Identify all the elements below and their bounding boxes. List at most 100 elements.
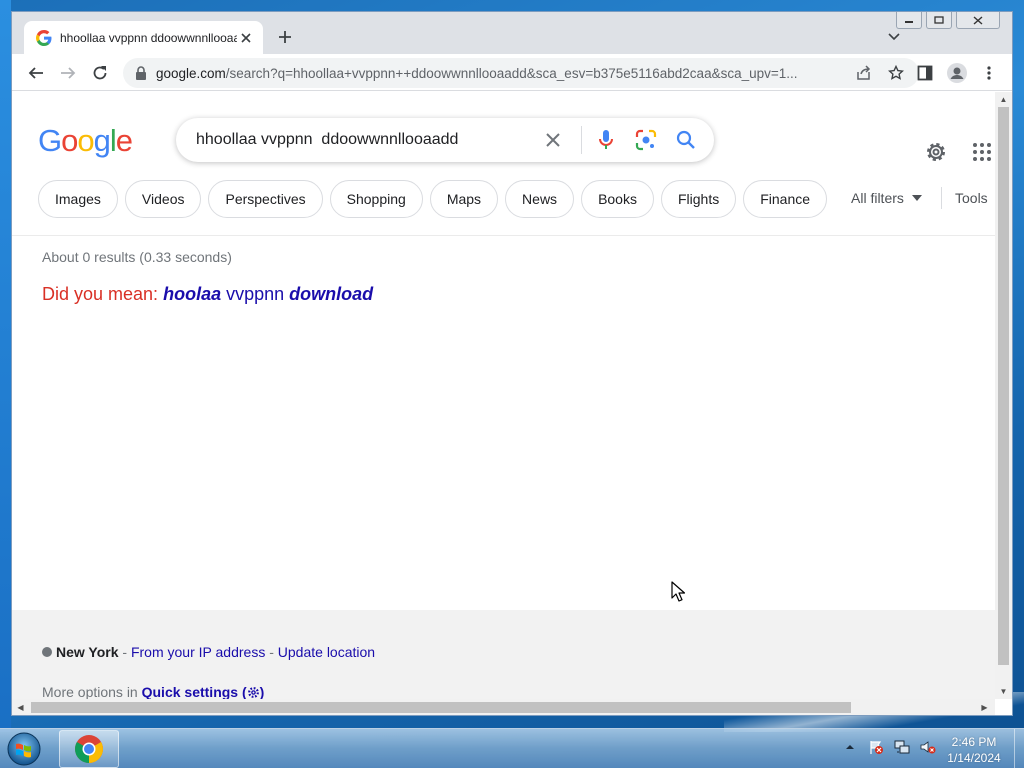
url-host: google.com bbox=[156, 65, 226, 81]
google-lens-icon bbox=[635, 129, 657, 151]
separator: - bbox=[118, 644, 131, 660]
new-tab-button[interactable] bbox=[274, 26, 296, 48]
vertical-scrollbar[interactable]: ▲ ▼ bbox=[995, 92, 1012, 699]
search-filter-chips: Images Videos Perspectives Shopping Maps… bbox=[38, 180, 828, 218]
filters-divider bbox=[941, 187, 942, 209]
location-dot-icon bbox=[42, 647, 52, 657]
did-you-mean-label: Did you mean: bbox=[42, 284, 159, 304]
clock-time: 2:46 PM bbox=[951, 735, 997, 749]
header-divider bbox=[12, 235, 995, 236]
scroll-up-arrow-icon[interactable]: ▲ bbox=[999, 95, 1008, 104]
reload-button[interactable] bbox=[89, 62, 111, 84]
tab-search-chevron-icon[interactable] bbox=[886, 28, 902, 44]
bookmark-star-icon[interactable] bbox=[888, 65, 904, 81]
scroll-down-arrow-icon[interactable]: ▼ bbox=[999, 687, 1008, 696]
tools-button[interactable]: Tools bbox=[955, 190, 988, 206]
tab-active[interactable]: hhoollaa vvppnn ddoowwnnllooaadd - Googl… bbox=[24, 21, 263, 54]
result-stats: About 0 results (0.33 seconds) bbox=[42, 249, 232, 265]
maximize-button[interactable] bbox=[926, 12, 952, 29]
maximize-icon bbox=[934, 16, 944, 24]
taskbar-chrome-button[interactable] bbox=[59, 730, 119, 768]
logo-letter: o bbox=[61, 123, 78, 158]
location-city: New York bbox=[56, 644, 119, 660]
vertical-scroll-thumb[interactable] bbox=[998, 107, 1009, 665]
share-icon[interactable] bbox=[856, 65, 872, 81]
scroll-right-arrow-icon[interactable]: ▶ bbox=[980, 703, 989, 712]
scroll-left-arrow-icon[interactable]: ◀ bbox=[16, 703, 25, 712]
tab-title: hhoollaa vvppnn ddoowwnnllooaadd - Googl… bbox=[60, 30, 237, 45]
minimize-button[interactable] bbox=[896, 12, 922, 29]
browser-menu-button[interactable] bbox=[978, 62, 1000, 84]
settings-gear-small-icon bbox=[247, 687, 259, 698]
chip-maps[interactable]: Maps bbox=[429, 180, 499, 218]
page-footer: New York - From your IP address - Update… bbox=[12, 610, 995, 699]
did-you-mean: Did you mean: hoolaa vvppnn download bbox=[42, 284, 373, 305]
chip-images[interactable]: Images bbox=[38, 180, 118, 218]
search-box[interactable]: hhoollaa vvppnn ddoowwnnllooaadd bbox=[176, 118, 714, 162]
browser-toolbar: google.com/search?q=hhoollaa+vvppnn++ddo… bbox=[12, 54, 1012, 91]
ip-address-link[interactable]: From your IP address bbox=[131, 644, 265, 660]
chip-finance[interactable]: Finance bbox=[743, 180, 828, 218]
search-button[interactable] bbox=[674, 128, 698, 152]
did-you-mean-suggestion-link[interactable]: hoolaa vvppnn download bbox=[163, 284, 373, 304]
search-input[interactable]: hhoollaa vvppnn ddoowwnnllooaadd bbox=[196, 131, 541, 149]
logo-letter: G bbox=[38, 123, 62, 158]
back-button[interactable] bbox=[25, 62, 47, 84]
quick-settings-paren: ) bbox=[259, 684, 265, 699]
volume-muted-icon[interactable] bbox=[920, 739, 936, 755]
plus-icon bbox=[279, 31, 291, 43]
show-hidden-icons-icon[interactable] bbox=[842, 739, 858, 755]
voice-search-button[interactable] bbox=[594, 128, 618, 152]
close-window-button[interactable] bbox=[956, 12, 1000, 29]
quick-settings-link[interactable]: Quick settings () bbox=[142, 684, 265, 699]
suggestion-word-corrected: download bbox=[289, 284, 374, 304]
forward-button[interactable] bbox=[57, 62, 79, 84]
address-bar[interactable]: google.com/search?q=hhoollaa+vvppnn++ddo… bbox=[123, 58, 919, 88]
network-icon[interactable] bbox=[894, 739, 910, 755]
kebab-menu-icon bbox=[987, 66, 991, 80]
chip-videos[interactable]: Videos bbox=[124, 180, 202, 218]
settings-gear-icon[interactable] bbox=[924, 140, 948, 164]
horizontal-scroll-thumb[interactable] bbox=[31, 702, 851, 713]
google-apps-icon[interactable] bbox=[972, 142, 992, 162]
start-button-icon[interactable] bbox=[4, 730, 44, 768]
all-filters-button[interactable]: All filters bbox=[851, 190, 922, 206]
lock-icon[interactable] bbox=[135, 66, 147, 80]
action-center-flag-icon[interactable] bbox=[868, 739, 884, 755]
chip-perspectives[interactable]: Perspectives bbox=[208, 180, 323, 218]
side-panel-button[interactable] bbox=[914, 62, 936, 84]
taskbar-clock[interactable]: 2:46 PM 1/14/2024 bbox=[944, 734, 1004, 766]
clear-search-button[interactable] bbox=[541, 128, 565, 152]
chip-shopping[interactable]: Shopping bbox=[329, 180, 423, 218]
back-arrow-icon bbox=[28, 67, 43, 79]
horizontal-scrollbar[interactable]: ◀ ▶ bbox=[12, 699, 995, 715]
microphone-icon bbox=[599, 130, 613, 149]
logo-letter: o bbox=[77, 123, 94, 158]
chrome-icon bbox=[75, 735, 103, 763]
suggestion-word-corrected: hoolaa bbox=[163, 284, 222, 304]
mouse-cursor-icon bbox=[671, 581, 685, 602]
tab-close-icon[interactable] bbox=[237, 29, 255, 47]
chip-news[interactable]: News bbox=[505, 180, 575, 218]
caret-down-icon bbox=[911, 195, 922, 201]
separator: - bbox=[265, 644, 278, 660]
logo-letter: g bbox=[93, 123, 111, 158]
more-options-line: More options in Quick settings () bbox=[42, 684, 264, 699]
quick-settings-label: Quick settings ( bbox=[141, 684, 247, 699]
system-tray bbox=[842, 739, 936, 755]
location-line: New York - From your IP address - Update… bbox=[42, 644, 375, 660]
google-favicon-icon bbox=[36, 29, 52, 46]
profile-button[interactable] bbox=[946, 62, 968, 84]
clock-date: 1/14/2024 bbox=[947, 751, 1001, 765]
chip-books[interactable]: Books bbox=[581, 180, 654, 218]
clear-x-icon bbox=[546, 133, 560, 147]
close-icon bbox=[973, 15, 983, 25]
google-logo[interactable]: Google bbox=[38, 123, 133, 159]
title-bar: hhoollaa vvppnn ddoowwnnllooaadd - Googl… bbox=[12, 12, 1012, 54]
desktop-edge bbox=[0, 0, 11, 732]
lens-search-button[interactable] bbox=[634, 128, 658, 152]
chip-flights[interactable]: Flights bbox=[660, 180, 737, 218]
update-location-link[interactable]: Update location bbox=[278, 644, 375, 660]
show-desktop-button[interactable] bbox=[1014, 729, 1024, 768]
search-divider bbox=[581, 126, 582, 154]
